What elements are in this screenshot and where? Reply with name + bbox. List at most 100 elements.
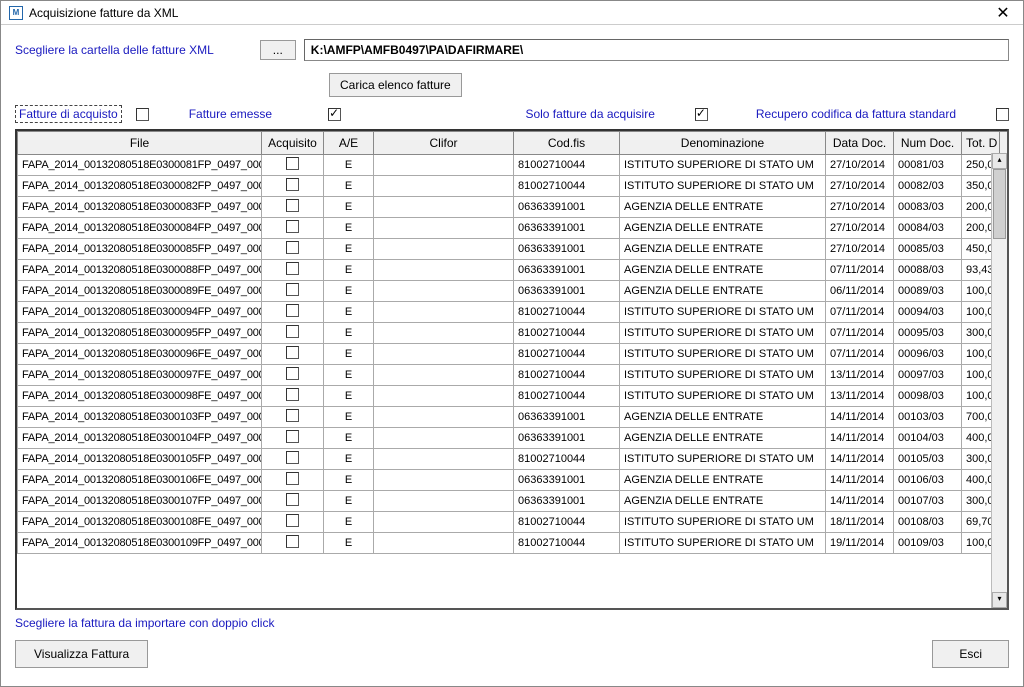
col-codfis[interactable]: Cod.fis	[514, 132, 620, 155]
table-row[interactable]: FAPA_2014_00132080518E0300083FP_0497_000…	[18, 197, 1010, 218]
cell-denom: ISTITUTO SUPERIORE DI STATO UM	[620, 176, 826, 197]
fatture-emesse-checkbox[interactable]	[328, 108, 341, 121]
cell-acquisito[interactable]	[262, 239, 324, 260]
cell-acquisito[interactable]	[262, 386, 324, 407]
visualizza-fattura-button[interactable]: Visualizza Fattura	[15, 640, 148, 668]
table-row[interactable]: FAPA_2014_00132080518E0300106FE_0497_000…	[18, 470, 1010, 491]
row-checkbox[interactable]	[286, 388, 299, 401]
col-denom[interactable]: Denominazione	[620, 132, 826, 155]
fatture-acquisto-checkbox[interactable]	[136, 108, 149, 121]
table-row[interactable]: FAPA_2014_00132080518E0300097FE_0497_000…	[18, 365, 1010, 386]
table-row[interactable]: FAPA_2014_00132080518E0300094FP_0497_000…	[18, 302, 1010, 323]
col-file[interactable]: File	[18, 132, 262, 155]
cell-acquisito[interactable]	[262, 344, 324, 365]
row-checkbox[interactable]	[286, 493, 299, 506]
row-checkbox[interactable]	[286, 451, 299, 464]
load-list-label: Carica elenco fatture	[340, 78, 451, 92]
browse-button[interactable]: ...	[260, 40, 296, 60]
cell-acquisito[interactable]	[262, 491, 324, 512]
table-row[interactable]: FAPA_2014_00132080518E0300103FP_0497_000…	[18, 407, 1010, 428]
cell-denom: AGENZIA DELLE ENTRATE	[620, 260, 826, 281]
table-row[interactable]: FAPA_2014_00132080518E0300081FP_0497_000…	[18, 155, 1010, 176]
row-checkbox[interactable]	[286, 220, 299, 233]
fatture-acquisto-label[interactable]: Fatture di acquisto	[15, 105, 122, 123]
cell-codfis: 81002710044	[514, 344, 620, 365]
cell-denom: AGENZIA DELLE ENTRATE	[620, 281, 826, 302]
cell-acquisito[interactable]	[262, 281, 324, 302]
scroll-thumb[interactable]	[993, 169, 1006, 239]
table-row[interactable]: FAPA_2014_00132080518E0300095FP_0497_000…	[18, 323, 1010, 344]
table-row[interactable]: FAPA_2014_00132080518E0300089FE_0497_000…	[18, 281, 1010, 302]
cell-acquisito[interactable]	[262, 218, 324, 239]
col-clifor[interactable]: Clifor	[374, 132, 514, 155]
table-row[interactable]: FAPA_2014_00132080518E0300104FP_0497_000…	[18, 428, 1010, 449]
row-checkbox[interactable]	[286, 325, 299, 338]
cell-file: FAPA_2014_00132080518E0300105FP_0497_000…	[18, 449, 262, 470]
row-checkbox[interactable]	[286, 262, 299, 275]
scroll-up-icon[interactable]: ▴	[992, 153, 1007, 169]
cell-file: FAPA_2014_00132080518E0300085FP_0497_000…	[18, 239, 262, 260]
cell-codfis: 81002710044	[514, 176, 620, 197]
cell-acquisito[interactable]	[262, 470, 324, 491]
vertical-scrollbar[interactable]: ▴ ▾	[991, 153, 1007, 608]
cell-acquisito[interactable]	[262, 449, 324, 470]
solo-da-acquisire-checkbox[interactable]	[695, 108, 708, 121]
row-checkbox[interactable]	[286, 346, 299, 359]
col-totd[interactable]: Tot. D ˄	[962, 132, 1000, 155]
folder-path-input[interactable]	[304, 39, 1009, 61]
row-checkbox[interactable]	[286, 430, 299, 443]
table-row[interactable]: FAPA_2014_00132080518E0300082FP_0497_000…	[18, 176, 1010, 197]
table-row[interactable]: FAPA_2014_00132080518E0300088FP_0497_000…	[18, 260, 1010, 281]
row-checkbox[interactable]	[286, 472, 299, 485]
row-checkbox[interactable]	[286, 241, 299, 254]
cell-codfis: 81002710044	[514, 386, 620, 407]
row-checkbox[interactable]	[286, 157, 299, 170]
row-checkbox[interactable]	[286, 409, 299, 422]
cell-ae: E	[324, 344, 374, 365]
close-icon[interactable]: ✕	[991, 3, 1015, 23]
col-datadoc[interactable]: Data Doc.	[826, 132, 894, 155]
table-row[interactable]: FAPA_2014_00132080518E0300098FE_0497_000…	[18, 386, 1010, 407]
cell-acquisito[interactable]	[262, 533, 324, 554]
recupero-codifica-label: Recupero codifica da fattura standard	[756, 107, 956, 121]
cell-acquisito[interactable]	[262, 260, 324, 281]
row-checkbox[interactable]	[286, 199, 299, 212]
table-row[interactable]: FAPA_2014_00132080518E0300085FP_0497_000…	[18, 239, 1010, 260]
cell-data: 07/11/2014	[826, 260, 894, 281]
row-checkbox[interactable]	[286, 535, 299, 548]
cell-acquisito[interactable]	[262, 323, 324, 344]
row-checkbox[interactable]	[286, 304, 299, 317]
cell-codfis: 81002710044	[514, 302, 620, 323]
esci-button[interactable]: Esci	[932, 640, 1009, 668]
cell-file: FAPA_2014_00132080518E0300104FP_0497_000…	[18, 428, 262, 449]
cell-acquisito[interactable]	[262, 197, 324, 218]
col-acquisito[interactable]: Acquisito	[262, 132, 324, 155]
table-row[interactable]: FAPA_2014_00132080518E0300108FE_0497_000…	[18, 512, 1010, 533]
table-header-row: File Acquisito A/E Clifor Cod.fis Denomi…	[18, 132, 1010, 155]
col-numdoc[interactable]: Num Doc.	[894, 132, 962, 155]
cell-ae: E	[324, 470, 374, 491]
cell-acquisito[interactable]	[262, 428, 324, 449]
cell-acquisito[interactable]	[262, 176, 324, 197]
cell-acquisito[interactable]	[262, 302, 324, 323]
table-row[interactable]: FAPA_2014_00132080518E0300096FE_0497_000…	[18, 344, 1010, 365]
table-row[interactable]: FAPA_2014_00132080518E0300084FP_0497_000…	[18, 218, 1010, 239]
scroll-down-icon[interactable]: ▾	[992, 592, 1007, 608]
row-checkbox[interactable]	[286, 178, 299, 191]
cell-acquisito[interactable]	[262, 365, 324, 386]
table-row[interactable]: FAPA_2014_00132080518E0300105FP_0497_000…	[18, 449, 1010, 470]
cell-acquisito[interactable]	[262, 155, 324, 176]
table-row[interactable]: FAPA_2014_00132080518E0300107FP_0497_000…	[18, 491, 1010, 512]
col-ae[interactable]: A/E	[324, 132, 374, 155]
cell-data: 13/11/2014	[826, 365, 894, 386]
row-checkbox[interactable]	[286, 514, 299, 527]
load-list-button[interactable]: Carica elenco fatture	[329, 73, 462, 97]
cell-denom: AGENZIA DELLE ENTRATE	[620, 491, 826, 512]
table-row[interactable]: FAPA_2014_00132080518E0300109FP_0497_000…	[18, 533, 1010, 554]
cell-acquisito[interactable]	[262, 407, 324, 428]
cell-acquisito[interactable]	[262, 512, 324, 533]
scroll-track[interactable]	[992, 169, 1007, 592]
recupero-codifica-checkbox[interactable]	[996, 108, 1009, 121]
row-checkbox[interactable]	[286, 283, 299, 296]
row-checkbox[interactable]	[286, 367, 299, 380]
